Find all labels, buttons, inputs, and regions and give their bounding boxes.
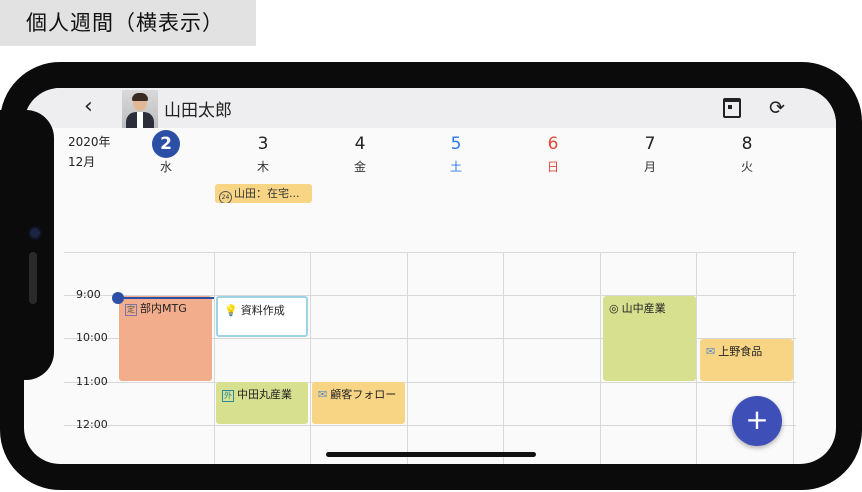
- grid-line: [310, 252, 311, 464]
- grid-line: [214, 252, 215, 464]
- month-label: 12月: [68, 155, 96, 169]
- event-title: 資料作成: [240, 304, 285, 317]
- weekday-label: 日: [546, 160, 559, 174]
- app-screen: ‹ 山田太郎 ⟳ 2020年 12月 2 水 3 木 4 金 5 土 6 日 7…: [24, 88, 836, 464]
- grid-line: [64, 382, 796, 383]
- event-block[interactable]: ◎ 山中産業: [603, 296, 696, 381]
- allday-event-label: 山田：在宅...: [234, 187, 300, 200]
- external-tag-icon: 外: [222, 390, 234, 402]
- mail-icon: ✉: [706, 345, 716, 358]
- day-column-header[interactable]: 8 火: [699, 132, 795, 175]
- calendar-icon[interactable]: [721, 97, 743, 119]
- event-title: 中田丸産業: [237, 388, 292, 401]
- day-number: 3: [257, 134, 269, 154]
- event-block[interactable]: 外中田丸産業: [216, 382, 308, 424]
- mail-icon: ✉: [318, 388, 328, 401]
- year-label: 2020年: [68, 135, 111, 149]
- target-icon: ◎: [609, 302, 619, 315]
- day-number: 2: [152, 130, 180, 158]
- grid-line: [64, 252, 796, 253]
- weekday-label: 水: [159, 160, 172, 174]
- weekday-label: 金: [353, 160, 366, 174]
- weekday-label: 月: [643, 160, 656, 174]
- speaker: [29, 252, 37, 304]
- day-column-header[interactable]: 3 木: [215, 132, 311, 175]
- day-number: 7: [644, 134, 656, 154]
- current-time-line: [118, 297, 214, 299]
- current-time-dot: [112, 292, 124, 304]
- grid-line: [696, 252, 697, 464]
- day-number: 4: [354, 134, 366, 154]
- clock-24-icon: 24: [219, 191, 232, 203]
- weekday-label: 木: [256, 160, 269, 174]
- app-header: ‹ 山田太郎 ⟳: [24, 88, 836, 128]
- user-name: 山田太郎: [164, 101, 232, 121]
- grid-line: [407, 252, 408, 464]
- screen-caption: 個人週間（横表示）: [0, 0, 256, 46]
- grid-line: [600, 252, 601, 464]
- day-number: 8: [741, 134, 753, 154]
- chevron-left-icon[interactable]: ‹: [84, 94, 93, 119]
- grid-line: [793, 252, 794, 464]
- time-label: 9:00: [76, 288, 101, 301]
- day-column-header[interactable]: 4 金: [312, 132, 408, 175]
- allday-event[interactable]: 24 山田：在宅...: [215, 184, 312, 203]
- regular-tag-icon: 定: [125, 304, 137, 316]
- grid-line: [503, 252, 504, 464]
- day-number: 5: [450, 134, 462, 154]
- time-label: 12:00: [76, 418, 108, 431]
- time-label: 10:00: [76, 331, 108, 344]
- event-block[interactable]: ✉ 顧客フォロー: [312, 382, 405, 424]
- camera-icon: [28, 226, 42, 240]
- notch: [0, 110, 54, 380]
- lightbulb-icon: 💡: [224, 304, 238, 317]
- time-label: 11:00: [76, 375, 108, 388]
- weekday-label: 土: [449, 160, 462, 174]
- day-column-header[interactable]: 7 月: [602, 132, 698, 175]
- refresh-icon[interactable]: ⟳: [766, 97, 788, 119]
- add-event-button[interactable]: +: [732, 396, 782, 446]
- event-title: 顧客フォロー: [330, 388, 397, 401]
- day-column-header[interactable]: 2 水: [118, 130, 214, 175]
- event-block[interactable]: 定部内MTG: [119, 296, 212, 381]
- day-number: 6: [547, 134, 559, 154]
- event-title: 部内MTG: [140, 302, 187, 315]
- weekday-label: 火: [740, 160, 753, 174]
- avatar: [122, 90, 158, 128]
- event-block[interactable]: ✉ 上野食品: [700, 339, 793, 381]
- day-column-header[interactable]: 6 日: [505, 132, 601, 175]
- home-indicator: [326, 452, 536, 457]
- event-block[interactable]: 💡 資料作成: [216, 296, 308, 337]
- year-month: 2020年 12月: [68, 132, 111, 172]
- event-title: 山中産業: [621, 302, 666, 315]
- grid-line: [64, 425, 796, 426]
- day-column-header[interactable]: 5 土: [408, 132, 504, 175]
- event-title: 上野食品: [718, 345, 763, 358]
